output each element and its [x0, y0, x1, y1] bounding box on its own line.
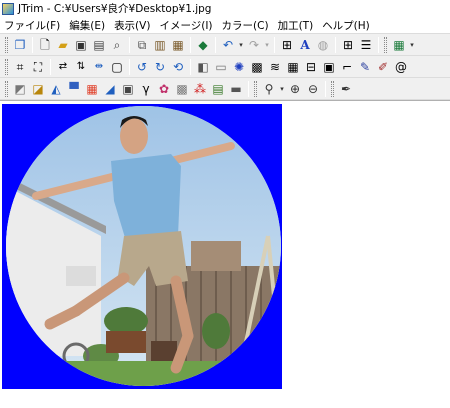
pencil-icon[interactable]: ✎	[356, 58, 374, 76]
menu-image[interactable]: イメージ(I)	[159, 18, 212, 33]
gamma-icon[interactable]: γ	[137, 80, 155, 98]
menu-process[interactable]: 加工(T)	[278, 18, 314, 33]
menu-view[interactable]: 表示(V)	[114, 18, 150, 33]
toolbar-grip[interactable]	[5, 58, 8, 75]
toolbar-separator	[50, 58, 51, 75]
undo-dropdown-icon[interactable]: ▾	[237, 41, 245, 49]
toolbar-separator	[129, 58, 130, 75]
menu-file[interactable]: ファイル(F)	[4, 18, 60, 33]
zoom-in-icon[interactable]: ⊕	[286, 80, 304, 98]
window-title: JTrim - C:¥Users¥良介¥Desktop¥1.jpg	[18, 3, 212, 15]
toolbar-area: ❐ 🗋 ▰ ▣ ▤ ⌕ ⧉ ▥ ▦ ◆ ↶ ▾ ↷ ▾ ⊞ A ◍ ⊞ ☰ ▦ …	[0, 33, 450, 100]
toolbar-separator	[129, 36, 130, 53]
eyedropper-icon[interactable]: ✒	[337, 80, 355, 98]
wave-icon[interactable]: ▩	[248, 58, 266, 76]
photo-illustration	[6, 106, 281, 386]
pattern-icon[interactable]: ▩	[173, 80, 191, 98]
print-icon[interactable]: ▤	[90, 36, 108, 54]
toolbar-grip[interactable]	[5, 36, 8, 53]
emboss-icon[interactable]: ≋	[266, 58, 284, 76]
undo-icon[interactable]: ↶	[219, 36, 237, 54]
dash-line-icon[interactable]: ☰	[357, 36, 375, 54]
grid-icon[interactable]: ⊞	[339, 36, 357, 54]
brush-icon[interactable]: ✐	[374, 58, 392, 76]
palette-icon[interactable]: ▦	[390, 36, 408, 54]
open-folder-icon[interactable]: ▰	[54, 36, 72, 54]
new-file-icon[interactable]: 🗋	[36, 36, 54, 54]
rotate-free-icon[interactable]: ↺	[133, 58, 151, 76]
flip-vertical-icon[interactable]: ⇅	[72, 58, 90, 76]
image-canvas[interactable]	[2, 104, 282, 389]
title-bar: JTrim - C:¥Users¥良介¥Desktop¥1.jpg	[0, 0, 450, 17]
shadow-icon[interactable]: ◧	[194, 58, 212, 76]
gradient-icon[interactable]: ▀	[65, 80, 83, 98]
rotate-icon[interactable]: ⇹	[90, 58, 108, 76]
stripe-icon[interactable]: ▬	[227, 80, 245, 98]
copy-icon[interactable]: ⧉	[133, 36, 151, 54]
redo-dropdown-icon[interactable]: ▾	[263, 41, 271, 49]
resize-icon[interactable]: ⊞	[278, 36, 296, 54]
invert-icon[interactable]: ◭	[47, 80, 65, 98]
toolbar-row-2: ⌗ ⛶ ⇄ ⇅ ⇹ ▢ ↺ ↻ ⟲ ◧ ▭ ✺ ▩ ≋ ▦ ⊟ ▣ ⌐ ✎ ✐ …	[0, 56, 450, 78]
colorize-icon[interactable]: ◢	[101, 80, 119, 98]
toolbar-separator	[215, 36, 216, 53]
trim-icon[interactable]: ⛶	[29, 58, 47, 76]
paste-icon[interactable]: ▥	[151, 36, 169, 54]
capture-icon[interactable]: ◆	[194, 36, 212, 54]
frame-edge-icon[interactable]: ⌐	[338, 58, 356, 76]
zoom-icon[interactable]: ⚲	[260, 80, 278, 98]
toolbar-row-1: ❐ 🗋 ▰ ▣ ▤ ⌕ ⧉ ▥ ▦ ◆ ↶ ▾ ↷ ▾ ⊞ A ◍ ⊞ ☰ ▦ …	[0, 34, 450, 56]
rainbow-icon[interactable]: ▦	[83, 80, 101, 98]
redo-icon[interactable]: ↷	[245, 36, 263, 54]
color-wheel-icon[interactable]: ✿	[155, 80, 173, 98]
save-icon[interactable]: ▣	[72, 36, 90, 54]
print-preview-icon[interactable]: ⌕	[108, 36, 126, 54]
toolbar-grip[interactable]	[254, 80, 257, 97]
toolbar-separator	[325, 80, 326, 97]
mosaic-icon[interactable]: ✺	[230, 58, 248, 76]
image-workspace[interactable]	[0, 100, 450, 408]
swirl-icon[interactable]: @	[392, 58, 410, 76]
new-window-icon[interactable]: ❐	[11, 36, 29, 54]
toolbar-separator	[190, 36, 191, 53]
jtrim-app-icon	[2, 2, 14, 15]
crop-icon[interactable]: ⌗	[11, 58, 29, 76]
circular-photo	[6, 106, 281, 386]
zoom-out-icon[interactable]: ⊖	[304, 80, 322, 98]
rotate-left-icon[interactable]: ▢	[108, 58, 126, 76]
zoom-dropdown-icon[interactable]: ▾	[278, 85, 286, 93]
toolbar-grip[interactable]	[5, 80, 8, 97]
edge-icon[interactable]: ▦	[284, 58, 302, 76]
rgb-icon[interactable]: ⁂	[191, 80, 209, 98]
text-icon[interactable]: A	[296, 36, 314, 54]
sphere-icon[interactable]: ◍	[314, 36, 332, 54]
flip-horizontal-icon[interactable]: ⇄	[54, 58, 72, 76]
menu-color[interactable]: カラー(C)	[222, 18, 269, 33]
paste-new-icon[interactable]: ▦	[169, 36, 187, 54]
toolbar-separator	[248, 80, 249, 97]
frame-icon[interactable]: ⟲	[169, 58, 187, 76]
levels-icon[interactable]: ▤	[209, 80, 227, 98]
toolbar-grip[interactable]	[384, 36, 387, 53]
menu-bar: ファイル(F) 編集(E) 表示(V) イメージ(I) カラー(C) 加工(T)…	[0, 17, 450, 33]
rotate-right-icon[interactable]: ↻	[151, 58, 169, 76]
toolbar-separator	[32, 36, 33, 53]
toolbar-separator	[378, 36, 379, 53]
menu-help[interactable]: ヘルプ(H)	[322, 18, 370, 33]
monochrome-icon[interactable]: ◩	[11, 80, 29, 98]
toolbar-separator	[274, 36, 275, 53]
brightness-icon[interactable]: ⊟	[302, 58, 320, 76]
pattern-grid-icon[interactable]: ▣	[320, 58, 338, 76]
menu-edit[interactable]: 編集(E)	[69, 18, 105, 33]
blur-icon[interactable]: ▭	[212, 58, 230, 76]
toolbar-row-3: ◩ ◪ ◭ ▀ ▦ ◢ ▣ γ ✿ ▩ ⁂ ▤ ▬ ⚲ ▾ ⊕ ⊖ ✒	[0, 78, 450, 100]
palette-dropdown-icon[interactable]: ▾	[408, 41, 416, 49]
toolbar-grip[interactable]	[331, 80, 334, 97]
sepia-icon[interactable]: ◪	[29, 80, 47, 98]
toolbar-separator	[190, 58, 191, 75]
toolbar-separator	[335, 36, 336, 53]
photo-icon[interactable]: ▣	[119, 80, 137, 98]
